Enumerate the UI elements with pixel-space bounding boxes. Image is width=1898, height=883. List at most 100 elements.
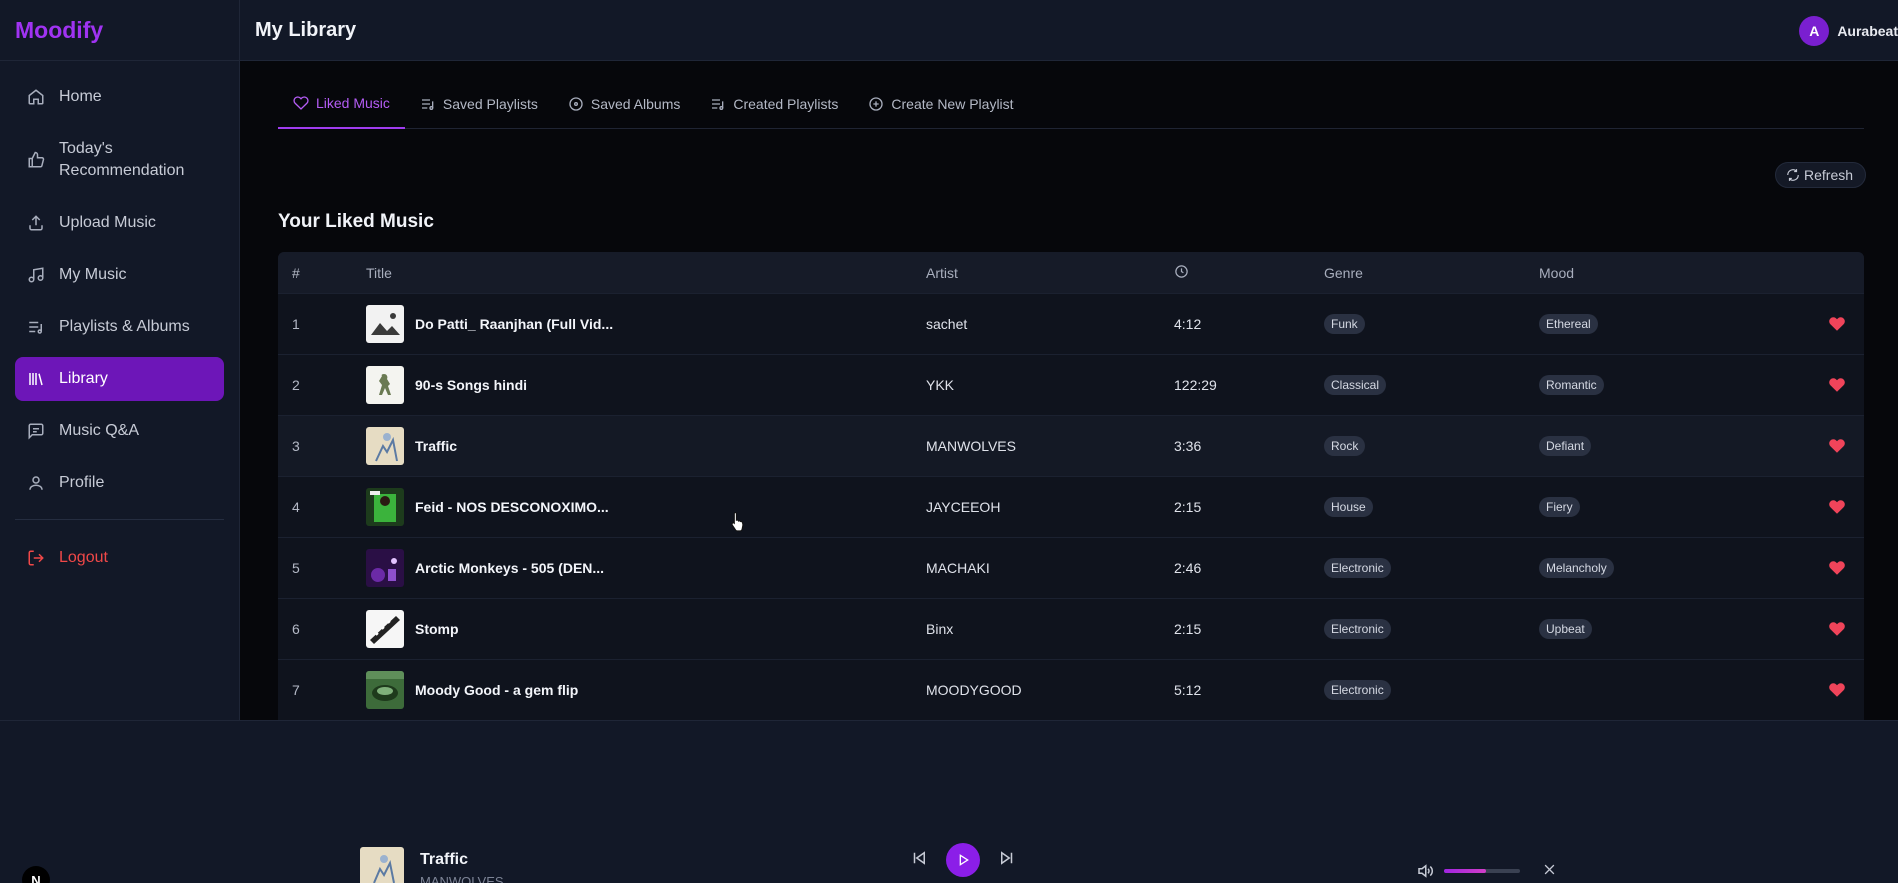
genre-cell: Electronic [1324, 680, 1539, 700]
volume-level [1444, 869, 1486, 873]
user-menu[interactable]: A Aurabeat [1799, 16, 1898, 46]
sidebar-item-music-qa[interactable]: Music Q&A [15, 409, 224, 453]
close-icon[interactable] [1542, 862, 1557, 882]
table-row[interactable]: 5 Arctic Monkeys - 505 (DEN... MACHAKI 2:46… [278, 537, 1864, 598]
heart-icon[interactable] [1809, 620, 1864, 638]
logout-button[interactable]: Logout [15, 536, 224, 580]
row-title-cell[interactable]: Feid - NOS DESCONOXIMO... [366, 488, 926, 526]
next-badge[interactable]: N [22, 866, 50, 883]
now-playing-artist[interactable]: MANWOLVES [420, 874, 504, 883]
next-icon[interactable] [998, 849, 1016, 872]
now-playing-title[interactable]: Traffic [420, 851, 468, 869]
mood-cell: Ethereal [1539, 314, 1809, 334]
top-header: My Library A Aurabeat [240, 0, 1898, 61]
track-artist[interactable]: MACHAKI [926, 560, 1174, 576]
track-title[interactable]: Moody Good - a gem flip [415, 682, 578, 698]
refresh-icon [1787, 169, 1799, 181]
sidebar-item-profile[interactable]: Profile [15, 461, 224, 505]
track-artist[interactable]: sachet [926, 316, 1174, 332]
track-title[interactable]: Traffic [415, 438, 457, 454]
sidebar-item-my-music[interactable]: My Music [15, 253, 224, 297]
table-row[interactable]: 3 Traffic MANWOLVES 3:36 Rock Defiant [278, 415, 1864, 476]
row-number: 5 [292, 560, 300, 576]
play-button[interactable] [946, 843, 980, 877]
track-artist[interactable]: JAYCEEOH [926, 499, 1174, 515]
row-title-cell[interactable]: Traffic [366, 427, 926, 465]
heart-icon[interactable] [1809, 437, 1864, 455]
sidebar-item-playlists[interactable]: Playlists & Albums [15, 305, 224, 349]
sidebar-item-library[interactable]: Library [15, 357, 224, 401]
heart-icon[interactable] [1809, 376, 1864, 394]
sidebar-item-upload[interactable]: Upload Music [15, 201, 224, 245]
sidebar: Moodify Home Today's Recommendation Uplo… [0, 0, 240, 720]
main-content: Liked Music Saved Playlists Saved Albums… [240, 61, 1898, 720]
table-row[interactable]: 6 Stomp Binx 2:15 Electronic Upbeat [278, 598, 1864, 659]
library-icon [27, 370, 45, 388]
heart-icon[interactable] [1809, 498, 1864, 516]
refresh-label: Refresh [1804, 167, 1854, 183]
tab-saved-playlists[interactable]: Saved Playlists [405, 79, 553, 129]
sidebar-item-recommendation[interactable]: Today's Recommendation [15, 127, 224, 193]
row-title-cell[interactable]: Stomp [366, 610, 926, 648]
tab-label: Liked Music [316, 95, 390, 111]
tab-created-playlists[interactable]: Created Playlists [695, 79, 853, 129]
heart-icon[interactable] [1809, 681, 1864, 699]
row-title-cell[interactable]: 90-s Songs hindi [366, 366, 926, 404]
track-artwork [366, 671, 404, 709]
table-row[interactable]: 4 Feid - NOS DESCONOXIMO... JAYCEEOH 2:15 Ho… [278, 476, 1864, 537]
table-row[interactable]: 1 Do Patti_ Raanjhan (Full Vid... sachet 4:… [278, 293, 1864, 354]
mood-tag: Ethereal [1539, 314, 1598, 334]
track-artist[interactable]: MOODYGOOD [926, 682, 1174, 698]
chat-icon [27, 422, 45, 440]
row-title-cell[interactable]: Arctic Monkeys - 505 (DEN... [366, 549, 926, 587]
thumbs-up-icon [27, 151, 45, 169]
col-mood[interactable]: Mood [1539, 265, 1809, 281]
previous-icon[interactable] [910, 849, 928, 872]
sidebar-item-label: Music Q&A [59, 422, 140, 439]
track-duration: 3:36 [1174, 438, 1202, 454]
mood-cell: Melancholy [1539, 558, 1809, 578]
row-title-cell[interactable]: Moody Good - a gem flip [366, 671, 926, 709]
tab-saved-albums[interactable]: Saved Albums [553, 79, 696, 129]
table-row[interactable]: 2 90-s Songs hindi YKK 122:29 Classical Roman… [278, 354, 1864, 415]
volume-icon[interactable] [1416, 862, 1434, 883]
track-artist[interactable]: Binx [926, 621, 1174, 637]
liked-music-table: # Title Artist Genre Mood 1 Do Patti_ Raa… [278, 252, 1864, 720]
row-number: 6 [292, 621, 300, 637]
sidebar-item-home[interactable]: Home [15, 75, 224, 119]
track-artist[interactable]: MANWOLVES [926, 438, 1174, 454]
brand-logo[interactable]: Moodify [0, 0, 239, 61]
row-number: 2 [292, 377, 300, 393]
col-genre[interactable]: Genre [1324, 265, 1539, 281]
track-title[interactable]: Stomp [415, 621, 459, 637]
tab-create-new-playlist[interactable]: Create New Playlist [853, 79, 1028, 129]
volume-slider[interactable] [1444, 869, 1520, 873]
table-body: 1 Do Patti_ Raanjhan (Full Vid... sachet 4:… [278, 293, 1864, 720]
genre-cell: Rock [1324, 436, 1539, 456]
genre-cell: Classical [1324, 375, 1539, 395]
genre-tag: Funk [1324, 314, 1365, 334]
playlist-icon [420, 96, 436, 112]
row-title-cell[interactable]: Do Patti_ Raanjhan (Full Vid... [366, 305, 926, 343]
tab-liked-music[interactable]: Liked Music [278, 79, 405, 129]
table-row[interactable]: 7 Moody Good - a gem flip MOODYGOOD 5:12 Ele… [278, 659, 1864, 720]
track-title[interactable]: Arctic Monkeys - 505 (DEN... [415, 560, 604, 576]
heart-icon[interactable] [1809, 315, 1864, 333]
home-icon [27, 88, 45, 106]
genre-tag: Electronic [1324, 680, 1391, 700]
refresh-button[interactable]: Refresh [1775, 162, 1867, 188]
mood-cell: Romantic [1539, 375, 1809, 395]
avatar[interactable]: A [1799, 16, 1830, 46]
clock-icon[interactable] [1174, 264, 1324, 282]
col-title[interactable]: Title [366, 265, 926, 281]
plus-circle-icon [868, 96, 884, 112]
track-title[interactable]: Do Patti_ Raanjhan (Full Vid... [415, 316, 613, 332]
track-artist[interactable]: YKK [926, 377, 1174, 393]
track-title[interactable]: Feid - NOS DESCONOXIMO... [415, 499, 609, 515]
col-artist[interactable]: Artist [926, 265, 1174, 281]
heart-icon[interactable] [1809, 559, 1864, 577]
genre-tag: Rock [1324, 436, 1366, 456]
genre-cell: Funk [1324, 314, 1539, 334]
track-title[interactable]: 90-s Songs hindi [415, 377, 527, 393]
genre-cell: House [1324, 497, 1539, 517]
